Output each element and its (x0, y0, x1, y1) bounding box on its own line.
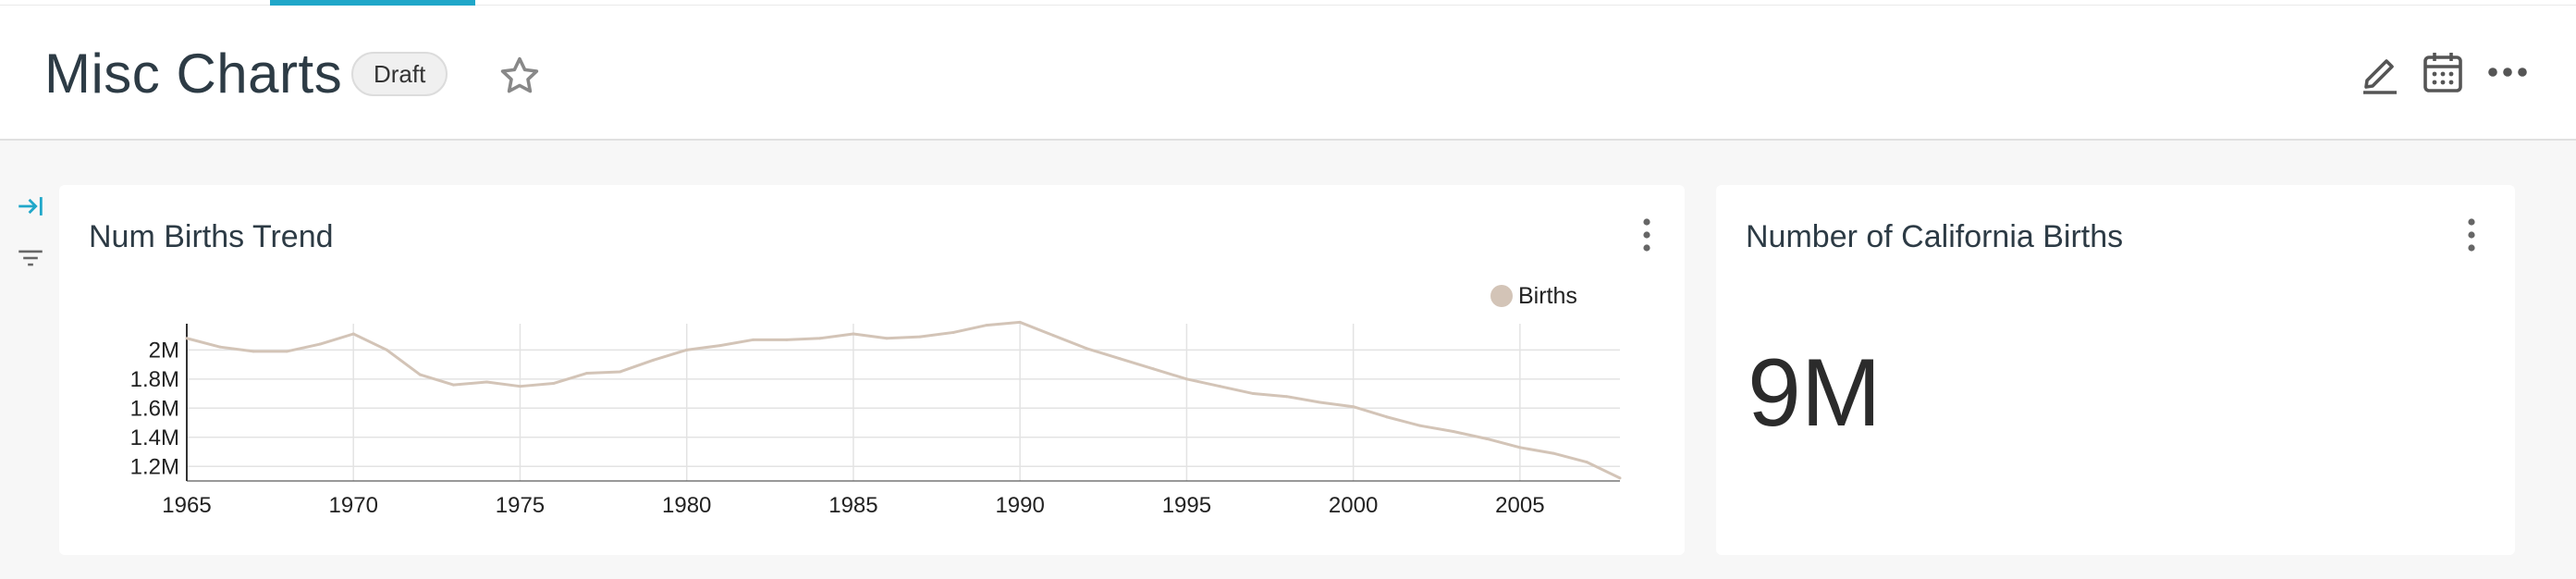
data-point (1218, 385, 1221, 388)
data-point (485, 380, 488, 384)
data-point (251, 350, 255, 353)
data-point (552, 382, 556, 386)
data-point (1418, 424, 1422, 427)
big-number-value: 9M (1748, 339, 1882, 447)
series-line-births (186, 320, 1621, 480)
x-tick-label: 1995 (1162, 493, 1211, 518)
expand-panel-icon[interactable] (15, 191, 46, 222)
data-point (752, 338, 755, 341)
x-tick-label: 1970 (329, 493, 378, 518)
data-point (185, 337, 189, 340)
data-point (385, 348, 388, 351)
legend-swatch (1490, 285, 1513, 307)
status-badge: Draft (351, 52, 448, 96)
data-point (1552, 451, 1555, 455)
data-point (1151, 367, 1155, 371)
data-point (1319, 400, 1322, 404)
data-point (918, 335, 922, 339)
data-point (1518, 446, 1522, 450)
y-tick-label: 2M (149, 338, 179, 363)
y-tick-label: 1.8M (130, 367, 179, 392)
data-point (619, 370, 622, 374)
data-point (451, 383, 455, 387)
x-tick-label: 2000 (1329, 493, 1378, 518)
y-tick-label: 1.4M (130, 425, 179, 450)
chart-title: Number of California Births (1746, 219, 2124, 254)
data-point (1285, 395, 1289, 399)
data-point (351, 332, 355, 336)
data-point (1184, 377, 1188, 381)
data-point (518, 385, 521, 388)
data-point (585, 372, 589, 376)
data-point (285, 350, 288, 353)
legend-label: Births (1518, 283, 1577, 309)
data-point (218, 345, 222, 349)
data-point (1085, 347, 1088, 351)
x-tick-label: 2005 (1495, 493, 1544, 518)
x-tick-label: 1985 (828, 493, 877, 518)
more-horizontal-icon[interactable] (2484, 48, 2532, 96)
star-icon[interactable] (497, 54, 542, 98)
data-point (1018, 320, 1022, 324)
data-point (652, 358, 656, 362)
data-point (1485, 437, 1489, 440)
chart-card-california-births: Number of California Births 9M (1716, 185, 2515, 555)
data-point (1118, 357, 1122, 361)
data-point (718, 344, 722, 348)
data-point (951, 330, 955, 334)
data-point (1385, 415, 1389, 419)
data-point (685, 348, 689, 351)
calendar-icon[interactable] (2419, 48, 2467, 96)
line-chart: 1965 1970 1975 1980 1985 1990 1995 2000 2005 1.2M… (130, 283, 1622, 518)
filter-icon[interactable] (15, 242, 46, 274)
data-point (318, 342, 322, 346)
dashboard-title[interactable]: Misc Charts (44, 37, 342, 111)
data-point (1618, 476, 1622, 480)
chart-grid (187, 324, 1620, 481)
x-tick-label: 1990 (995, 493, 1044, 518)
chart-legend: Births (1490, 283, 1577, 309)
y-tick-label: 1.2M (130, 454, 179, 479)
chart-card-births-trend: Num Births Trend 1965 1970 1975 1980 1985 199… (59, 185, 1685, 555)
y-tick-label: 1.6M (130, 396, 179, 421)
data-point (1051, 334, 1055, 338)
x-tick-label: 1975 (496, 493, 545, 518)
chart-series (185, 320, 1622, 480)
x-tick-label: 1965 (162, 493, 211, 518)
data-point (785, 338, 789, 341)
data-point (1251, 392, 1255, 396)
data-point (418, 373, 422, 376)
active-tab-indicator (270, 0, 475, 6)
data-point (885, 337, 889, 340)
data-point (818, 337, 822, 340)
data-point (852, 332, 855, 336)
more-vertical-icon[interactable] (2465, 216, 2478, 253)
pencil-icon[interactable] (2356, 48, 2404, 96)
data-point (1352, 405, 1355, 409)
data-point (1452, 429, 1455, 433)
x-tick-label: 1980 (662, 493, 711, 518)
data-point (1585, 461, 1589, 464)
data-point (985, 324, 988, 327)
dashboard-header: Misc Charts Draft (0, 0, 2576, 141)
